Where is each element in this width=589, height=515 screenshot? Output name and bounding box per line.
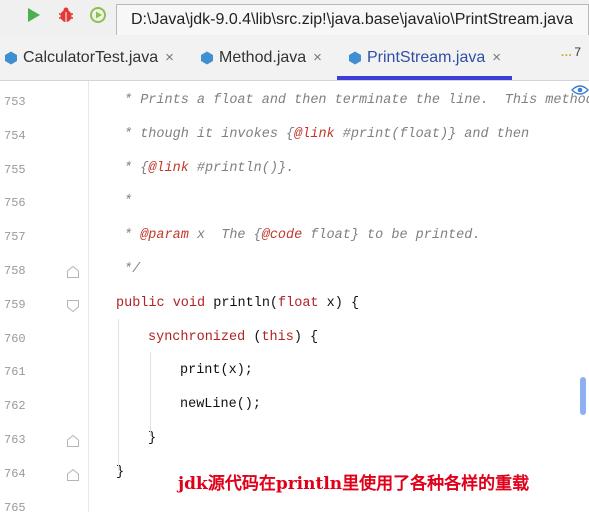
code-token: print(x); — [180, 363, 253, 379]
tab-label: CalculatorTest.java — [23, 48, 159, 66]
code-comment: * — [124, 194, 133, 210]
javadoc-tag: @code — [261, 228, 303, 244]
line-number: 760 — [4, 331, 26, 346]
indent-guide — [118, 319, 119, 471]
code-line[interactable]: */ — [124, 262, 140, 277]
tab-calculatortest[interactable]: CalculatorTest.java × — [4, 35, 174, 80]
gutter-divider — [88, 81, 89, 512]
code-comment: * Prints a float and then terminate the … — [124, 93, 589, 108]
line-number: 753 — [4, 95, 26, 109]
overflow-count: 7 — [574, 45, 581, 59]
line-number: 757 — [4, 230, 26, 245]
line-number: 762 — [4, 399, 26, 414]
code-comment: * { — [124, 160, 149, 176]
coverage-icon[interactable] — [87, 4, 109, 26]
fold-collapse-icon[interactable] — [66, 299, 80, 313]
code-line[interactable]: * @param x The {@code float} to be print… — [124, 228, 480, 243]
code-line[interactable]: newLine(); — [180, 397, 261, 412]
line-number: 755 — [4, 162, 26, 177]
fold-end-icon[interactable] — [66, 468, 80, 482]
code-comment: * though it invokes { — [124, 126, 295, 142]
java-class-icon — [349, 51, 361, 64]
code-line[interactable]: * though it invokes {@link #print(float)… — [124, 127, 529, 142]
fold-end-icon[interactable] — [66, 434, 80, 448]
code-line[interactable]: synchronized (this) { — [148, 330, 318, 345]
code-token: ) { — [293, 329, 319, 345]
code-keyword: synchronized — [148, 329, 254, 345]
close-icon[interactable]: × — [165, 49, 174, 66]
tab-printstream[interactable]: PrintStream.java × — [348, 35, 501, 80]
run-icon[interactable] — [22, 4, 44, 26]
line-number: 765 — [4, 500, 26, 515]
code-line[interactable]: * Prints a float and then terminate the … — [124, 93, 589, 108]
file-path-tooltip: D:\Java\jdk-9.0.4\lib\src.zip!\java.base… — [116, 4, 589, 36]
java-class-icon — [201, 51, 213, 64]
line-number: 759 — [4, 297, 26, 312]
code-line[interactable]: print(x); — [180, 363, 253, 378]
javadoc-tag: @link — [148, 160, 189, 176]
code-comment: */ — [124, 262, 141, 277]
vertical-scrollbar-thumb[interactable] — [580, 377, 586, 415]
code-keyword: public void — [116, 295, 214, 311]
line-number: 764 — [4, 466, 26, 481]
overflow-icon: … — [560, 45, 572, 59]
overlay-annotation: jdk源代码在println里使用了各种各样的重载 — [178, 474, 530, 494]
tab-label: PrintStream.java — [367, 48, 486, 66]
javadoc-tag: @link — [294, 126, 335, 142]
fold-end-icon[interactable] — [66, 265, 80, 279]
code-line[interactable]: * {@link #println()}. — [124, 161, 294, 176]
main-toolbar: D:\Java\jdk-9.0.4\lib\src.zip!\java.base… — [0, 0, 589, 36]
code-comment: x The { — [188, 228, 262, 244]
close-icon[interactable]: × — [313, 49, 322, 66]
code-comment: #print(float)} and then — [334, 126, 530, 142]
code-token: newLine(); — [180, 397, 262, 413]
tab-label: Method.java — [219, 48, 307, 66]
code-token: println( — [213, 295, 279, 311]
indent-guide — [150, 352, 151, 436]
close-icon[interactable]: × — [492, 49, 501, 66]
code-comment: float} to be printed. — [302, 228, 481, 244]
javadoc-tag: @param — [140, 228, 189, 244]
line-number: 758 — [4, 264, 26, 278]
code-line[interactable]: * — [124, 194, 132, 209]
tab-method[interactable]: Method.java × — [200, 35, 322, 80]
code-keyword: float — [278, 295, 327, 311]
line-number: 763 — [4, 433, 26, 447]
code-keyword: this — [261, 329, 294, 345]
code-comment: * — [124, 228, 141, 244]
tab-overflow-button[interactable]: … 7 — [560, 45, 581, 59]
reader-mode-eye-icon[interactable] — [571, 84, 589, 96]
code-comment: #println()}. — [188, 160, 295, 176]
active-tab-indicator — [337, 76, 512, 80]
line-number: 756 — [4, 196, 26, 211]
java-class-icon — [5, 51, 17, 64]
code-token: x) { — [326, 295, 360, 311]
debug-icon[interactable] — [55, 4, 77, 26]
line-number: 761 — [4, 365, 26, 380]
line-number: 754 — [4, 128, 26, 143]
code-line[interactable]: public void println(float x) { — [116, 296, 359, 311]
